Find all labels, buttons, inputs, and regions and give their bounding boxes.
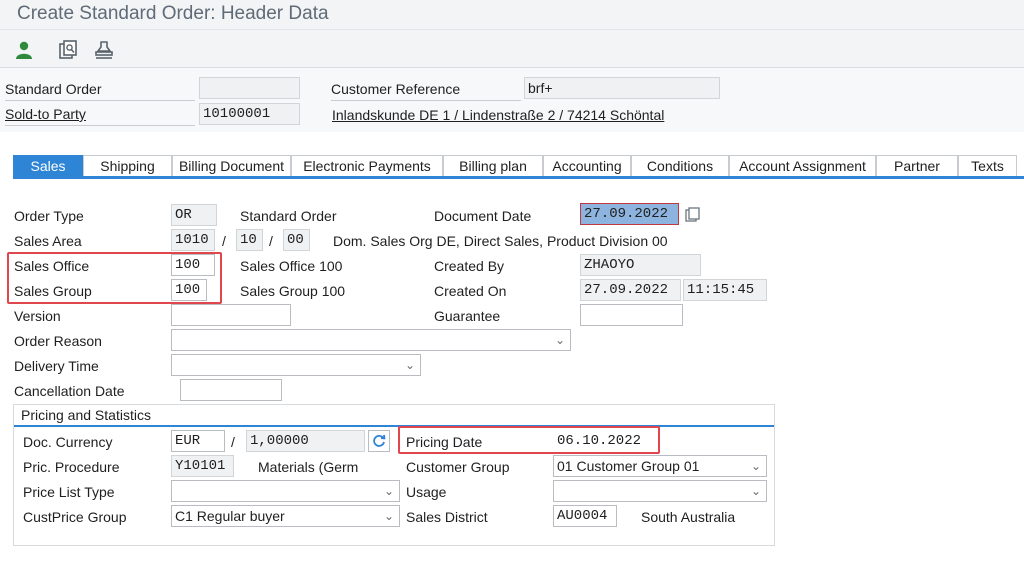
- tab-billing-document[interactable]: Billing Document: [172, 155, 291, 176]
- guarantee-field[interactable]: [580, 304, 683, 326]
- sold-to-party-label[interactable]: Sold-to Party: [5, 105, 195, 126]
- cancellation-date-field[interactable]: [180, 379, 282, 401]
- display-doc-icon[interactable]: [56, 38, 80, 62]
- tab-texts[interactable]: Texts: [958, 155, 1017, 176]
- sold-to-address-link[interactable]: Inlandskunde DE 1 / Lindenstraße 2 / 742…: [332, 106, 664, 124]
- customer-reference-field[interactable]: brf+: [524, 77, 720, 99]
- cust-price-group-label: CustPrice Group: [23, 509, 127, 525]
- division-field: 00: [283, 229, 310, 251]
- version-label: Version: [14, 308, 61, 324]
- order-reason-select[interactable]: ⌄: [171, 329, 571, 351]
- doc-currency-separator: /: [231, 434, 235, 450]
- sold-to-party-field[interactable]: 10100001: [199, 103, 300, 125]
- pricing-statistics-divider: [14, 425, 774, 427]
- sales-district-field[interactable]: AU0004: [553, 505, 617, 527]
- document-date-field[interactable]: 27.09.2022: [580, 203, 679, 225]
- refresh-icon: [373, 434, 386, 447]
- chevron-down-icon: ⌄: [554, 333, 565, 347]
- customer-group-value: 01 Customer Group 01: [557, 458, 700, 474]
- order-type-field: OR: [171, 204, 217, 226]
- sales-area-label: Sales Area: [14, 233, 82, 249]
- pric-procedure-label: Pric. Procedure: [23, 459, 120, 475]
- version-field[interactable]: [171, 304, 291, 326]
- tab-electronic-payments[interactable]: Electronic Payments: [291, 155, 443, 176]
- chevron-down-icon: ⌄: [383, 484, 394, 498]
- order-type-desc: Standard Order: [240, 208, 337, 224]
- standard-order-field: [199, 77, 300, 99]
- tab-shipping[interactable]: Shipping: [83, 155, 172, 176]
- sales-org-field: 1010: [171, 229, 215, 251]
- delivery-time-select[interactable]: ⌄: [171, 354, 421, 376]
- tab-strip-underline: [13, 176, 1024, 179]
- chevron-down-icon: ⌄: [383, 509, 394, 523]
- sales-area-separator: /: [269, 233, 273, 249]
- tab-partner[interactable]: Partner: [876, 155, 958, 176]
- sales-office-desc: Sales Office 100: [240, 258, 343, 274]
- exchange-rate-field: 1,00000: [246, 430, 365, 452]
- tab-account-assignment[interactable]: Account Assignment: [729, 155, 876, 176]
- created-by-label: Created By: [434, 258, 505, 274]
- calendar-icon[interactable]: [684, 206, 702, 224]
- cust-price-group-select[interactable]: C1 Regular buyer ⌄: [171, 505, 400, 527]
- delivery-time-label: Delivery Time: [14, 358, 99, 374]
- pric-procedure-field: Y10101: [171, 455, 234, 477]
- sales-area-desc: Dom. Sales Org DE, Direct Sales, Product…: [333, 233, 668, 249]
- chevron-down-icon: ⌄: [404, 358, 415, 372]
- usage-label: Usage: [406, 484, 447, 500]
- pricing-date-highlight: [398, 426, 660, 454]
- order-type-label: Order Type: [14, 208, 84, 224]
- guarantee-label: Guarantee: [434, 308, 501, 324]
- cancellation-date-label: Cancellation Date: [14, 383, 125, 399]
- price-list-type-select[interactable]: ⌄: [171, 480, 400, 502]
- tab-sales[interactable]: Sales: [13, 155, 83, 176]
- tab-accounting[interactable]: Accounting: [543, 155, 631, 176]
- sales-area-separator: /: [222, 233, 226, 249]
- created-by-field: ZHAOYO: [580, 254, 701, 276]
- usage-select[interactable]: ⌄: [553, 480, 767, 502]
- page-title: Create Standard Order: Header Data: [17, 3, 329, 24]
- sales-district-label: Sales District: [406, 509, 488, 525]
- sales-group-desc: Sales Group 100: [240, 283, 346, 299]
- chevron-down-icon: ⌄: [750, 484, 761, 498]
- created-on-time-field: 11:15:45: [683, 279, 767, 301]
- distr-channel-field: 10: [236, 229, 263, 251]
- tab-conditions[interactable]: Conditions: [631, 155, 729, 176]
- customer-group-select[interactable]: 01 Customer Group 01 ⌄: [553, 455, 767, 477]
- document-date-label: Document Date: [434, 208, 532, 224]
- chevron-down-icon: ⌄: [750, 459, 761, 473]
- doc-currency-field[interactable]: EUR: [171, 430, 225, 452]
- cust-price-group-value: C1 Regular buyer: [175, 508, 285, 524]
- tab-billing-plan[interactable]: Billing plan: [443, 155, 543, 176]
- application-toolbar: [0, 30, 1024, 68]
- customer-group-label: Customer Group: [406, 459, 510, 475]
- sales-district-desc: South Australia: [641, 509, 736, 525]
- sales-office-group-highlight: [7, 252, 222, 304]
- pricing-statistics-title: Pricing and Statistics: [21, 407, 151, 423]
- stamp-icon[interactable]: [92, 38, 116, 62]
- created-on-date-field: 27.09.2022: [580, 279, 681, 301]
- order-reason-label: Order Reason: [14, 333, 102, 349]
- doc-currency-label: Doc. Currency: [23, 434, 113, 450]
- created-on-label: Created On: [434, 283, 507, 299]
- refresh-rate-button[interactable]: [368, 430, 390, 452]
- person-icon[interactable]: [12, 38, 36, 62]
- price-list-type-label: Price List Type: [23, 484, 115, 500]
- pric-procedure-desc: Materials (Germ: [258, 459, 359, 475]
- customer-reference-label: Customer Reference: [331, 80, 521, 101]
- standard-order-label: Standard Order: [5, 80, 195, 101]
